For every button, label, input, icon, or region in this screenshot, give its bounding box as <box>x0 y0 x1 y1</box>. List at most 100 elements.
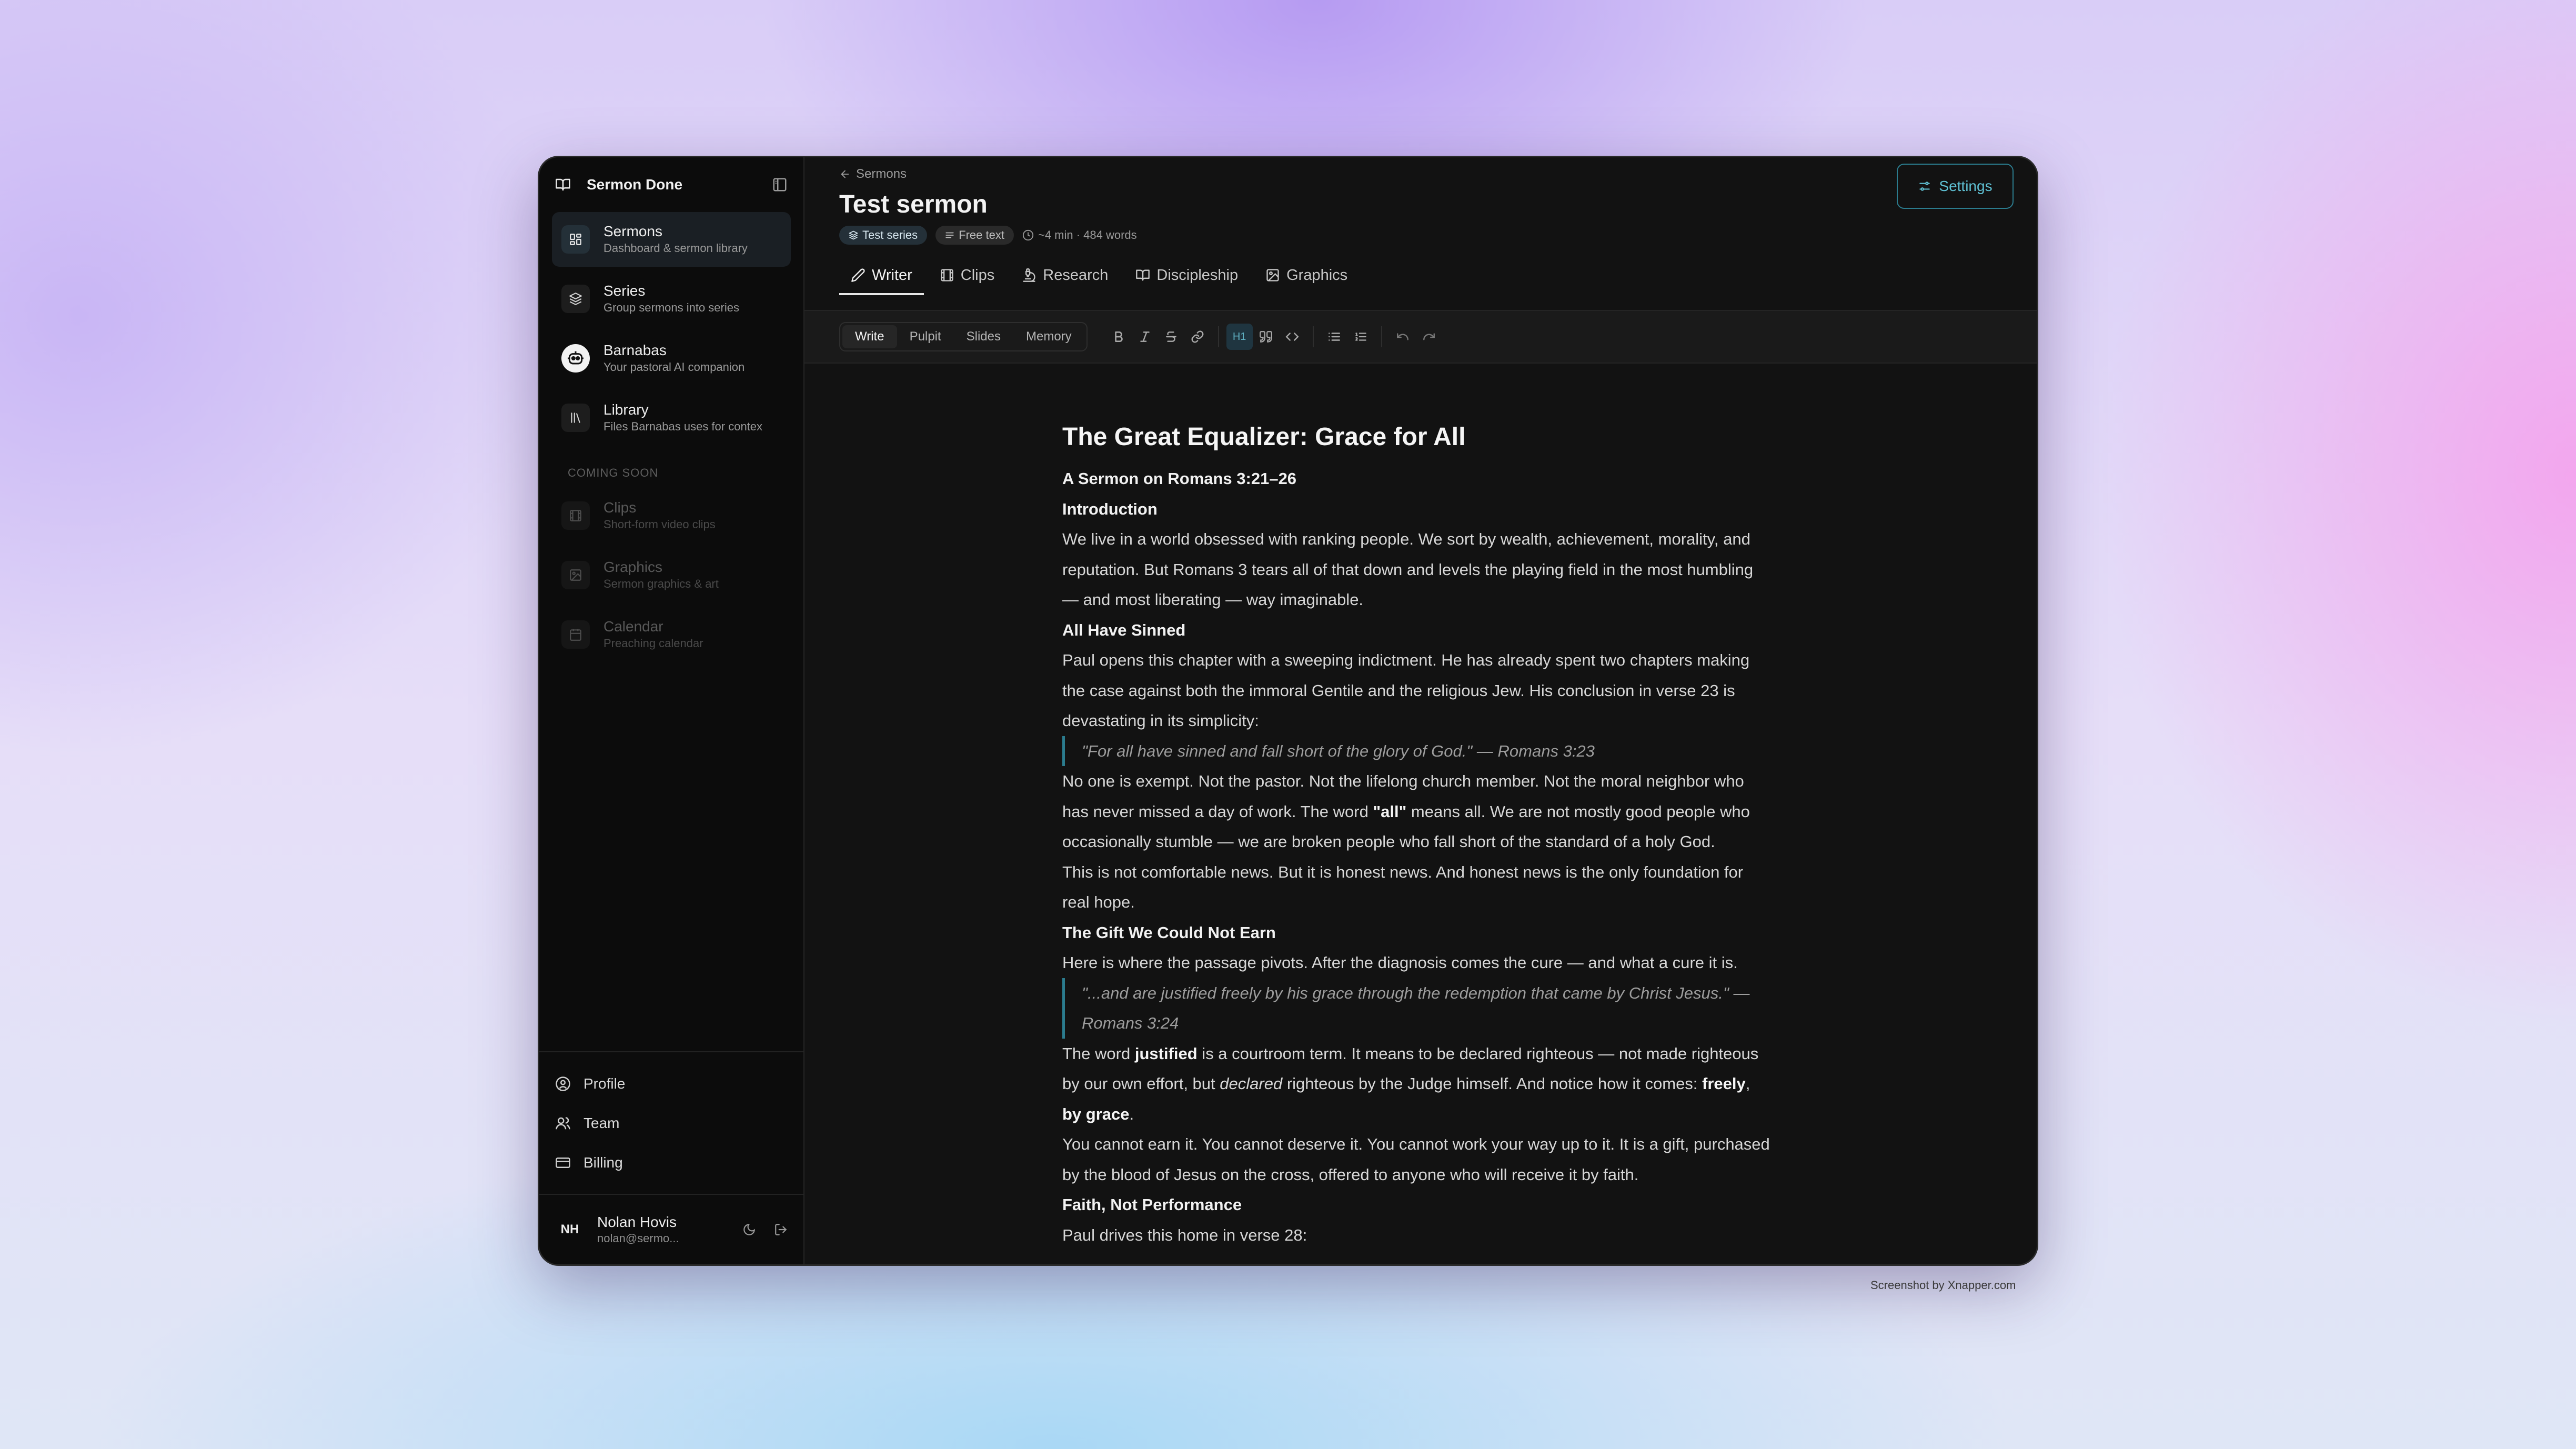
logout-icon[interactable] <box>774 1223 788 1236</box>
bullet-list-button[interactable] <box>1321 324 1347 350</box>
tab-writer[interactable]: Writer <box>839 257 924 295</box>
grid-icon <box>569 233 582 246</box>
strikethrough-button[interactable] <box>1158 324 1184 350</box>
sliders-icon <box>1918 179 1931 193</box>
italic-button[interactable] <box>1132 324 1158 350</box>
breadcrumb[interactable]: Sermons <box>839 167 907 182</box>
sermon-header: Sermons Test sermon Test series Free tex… <box>804 157 2037 311</box>
collapse-sidebar-icon[interactable] <box>772 177 788 193</box>
reading-time: ~4 min · 484 words <box>1022 228 1137 242</box>
scripture-quote: "For all have sinned and fall short of t… <box>1062 736 1773 766</box>
mode-memory[interactable]: Memory <box>1013 325 1084 348</box>
watermark: Screenshot by Xnapper.com <box>1870 1279 2016 1292</box>
paragraph: You cannot earn it. You cannot deserve i… <box>1062 1135 1770 1184</box>
moon-icon[interactable] <box>742 1223 756 1236</box>
user-panel: NH Nolan Hovis nolan@sermo... <box>539 1195 803 1264</box>
credit-card-icon <box>555 1155 571 1171</box>
user-email: nolan@sermo... <box>597 1232 679 1245</box>
text-badge-label: Free text <box>959 228 1004 242</box>
toolbar-divider <box>1312 326 1314 347</box>
breadcrumb-label: Sermons <box>856 167 907 181</box>
code-button[interactable] <box>1279 324 1305 350</box>
sidebar-item-graphics: Graphics Sermon graphics & art <box>552 548 791 602</box>
paragraph: The word justified is a courtroom term. … <box>1062 1044 1759 1123</box>
scripture-quote: "...and are justified freely by his grac… <box>1062 978 1773 1039</box>
account-links: Profile Team Billing <box>539 1051 803 1195</box>
bold-text: by grace <box>1062 1104 1130 1123</box>
heading-all-have-sinned: All Have Sinned <box>1062 620 1186 639</box>
avatar[interactable]: NH <box>555 1215 585 1244</box>
sidebar-item-library[interactable]: Library Files Barnabas uses for contex <box>552 390 791 445</box>
sidebar-link-billing[interactable]: Billing <box>552 1143 791 1182</box>
mode-switcher: Write Pulpit Slides Memory <box>839 322 1088 351</box>
tab-label: Research <box>1043 266 1109 284</box>
film-icon <box>569 509 582 522</box>
text-badge[interactable]: Free text <box>935 226 1014 245</box>
sidebar-item-sermons[interactable]: Sermons Dashboard & sermon library <box>552 212 791 267</box>
microscope-icon <box>1022 268 1037 283</box>
series-badge[interactable]: Test series <box>839 226 928 245</box>
tab-clips[interactable]: Clips <box>928 257 1006 293</box>
numbered-list-button[interactable] <box>1347 324 1374 350</box>
mode-pulpit[interactable]: Pulpit <box>897 325 954 348</box>
bold-text: justified <box>1134 1044 1198 1063</box>
sidebar-item-series[interactable]: Series Group sermons into series <box>552 271 791 326</box>
sidebar-item-sub: Your pastoral AI companion <box>603 360 745 374</box>
sidebar-footer: Profile Team Billing NH Nolan Hovis nola… <box>539 1051 803 1264</box>
settings-button[interactable]: Settings <box>1897 164 2014 209</box>
sidebar-header: Sermon Done <box>539 157 803 212</box>
settings-label: Settings <box>1939 178 1993 194</box>
tab-research[interactable]: Research <box>1010 257 1120 293</box>
editor-toolbar: Write Pulpit Slides Memory H1 <box>804 311 2037 364</box>
sidebar-item-calendar: Calendar Preaching calendar <box>552 607 791 662</box>
bold-button[interactable] <box>1105 324 1132 350</box>
numbered-list-icon <box>1354 330 1367 344</box>
sidebar-link-profile[interactable]: Profile <box>552 1064 791 1103</box>
text-lines-icon <box>945 230 954 240</box>
paragraph: Paul opens this chapter with a sweeping … <box>1062 651 1750 730</box>
paragraph: We live in a world obsessed with ranking… <box>1062 530 1754 609</box>
mode-slides[interactable]: Slides <box>954 325 1013 348</box>
sidebar-item-label: Graphics <box>603 559 663 575</box>
tab-discipleship[interactable]: Discipleship <box>1124 257 1250 293</box>
link-icon <box>1191 330 1204 344</box>
coming-soon-label: COMING SOON <box>568 466 659 479</box>
sidebar-link-team[interactable]: Team <box>552 1103 791 1143</box>
editor-area[interactable]: The Great Equalizer: Grace for All A Ser… <box>804 363 2037 1264</box>
user-name: Nolan Hovis <box>597 1214 677 1230</box>
italic-text: declared <box>1220 1074 1283 1093</box>
users-icon <box>555 1115 571 1131</box>
sermon-tabs: Writer Clips Research Discipleship Graph… <box>839 257 1363 295</box>
sermon-document[interactable]: The Great Equalizer: Grace for All A Ser… <box>1062 421 1773 1250</box>
user-circle-icon <box>555 1076 571 1092</box>
sidebar-item-barnabas[interactable]: Barnabas Your pastoral AI companion <box>552 331 791 386</box>
sidebar-item-sub: Dashboard & sermon library <box>603 242 748 255</box>
tab-graphics[interactable]: Graphics <box>1254 257 1359 293</box>
sermon-meta: Test series Free text ~4 min · 484 words <box>839 226 1137 245</box>
quote-icon <box>1259 330 1273 344</box>
toolbar-divider <box>1381 326 1382 347</box>
bold-text: freely <box>1702 1074 1746 1093</box>
arrow-left-icon <box>839 168 851 180</box>
italic-icon <box>1138 330 1152 344</box>
paragraph: No one is exempt. Not the pastor. Not th… <box>1062 772 1750 851</box>
bold-icon <box>1112 330 1125 344</box>
strikethrough-icon <box>1164 330 1178 344</box>
image-icon <box>1265 268 1280 283</box>
heading-button[interactable]: H1 <box>1226 324 1253 350</box>
mode-write[interactable]: Write <box>842 325 897 348</box>
tab-label: Writer <box>872 266 912 284</box>
toolbar-divider <box>1217 326 1219 347</box>
link-button[interactable] <box>1184 324 1211 350</box>
sidebar-item-label: Series <box>603 283 646 299</box>
heading-introduction: Introduction <box>1062 499 1158 518</box>
app-title: Sermon Done <box>587 176 683 193</box>
tab-label: Discipleship <box>1156 266 1239 284</box>
redo-icon <box>1422 330 1436 344</box>
quote-button[interactable] <box>1253 324 1279 350</box>
pencil-icon <box>851 268 866 283</box>
redo-button[interactable] <box>1416 324 1442 350</box>
undo-button[interactable] <box>1390 324 1416 350</box>
app-window: Sermon Done Sermons Dashboard & sermon l… <box>538 156 2038 1266</box>
document-subtitle: A Sermon on Romans 3:21–26 <box>1062 469 1297 488</box>
